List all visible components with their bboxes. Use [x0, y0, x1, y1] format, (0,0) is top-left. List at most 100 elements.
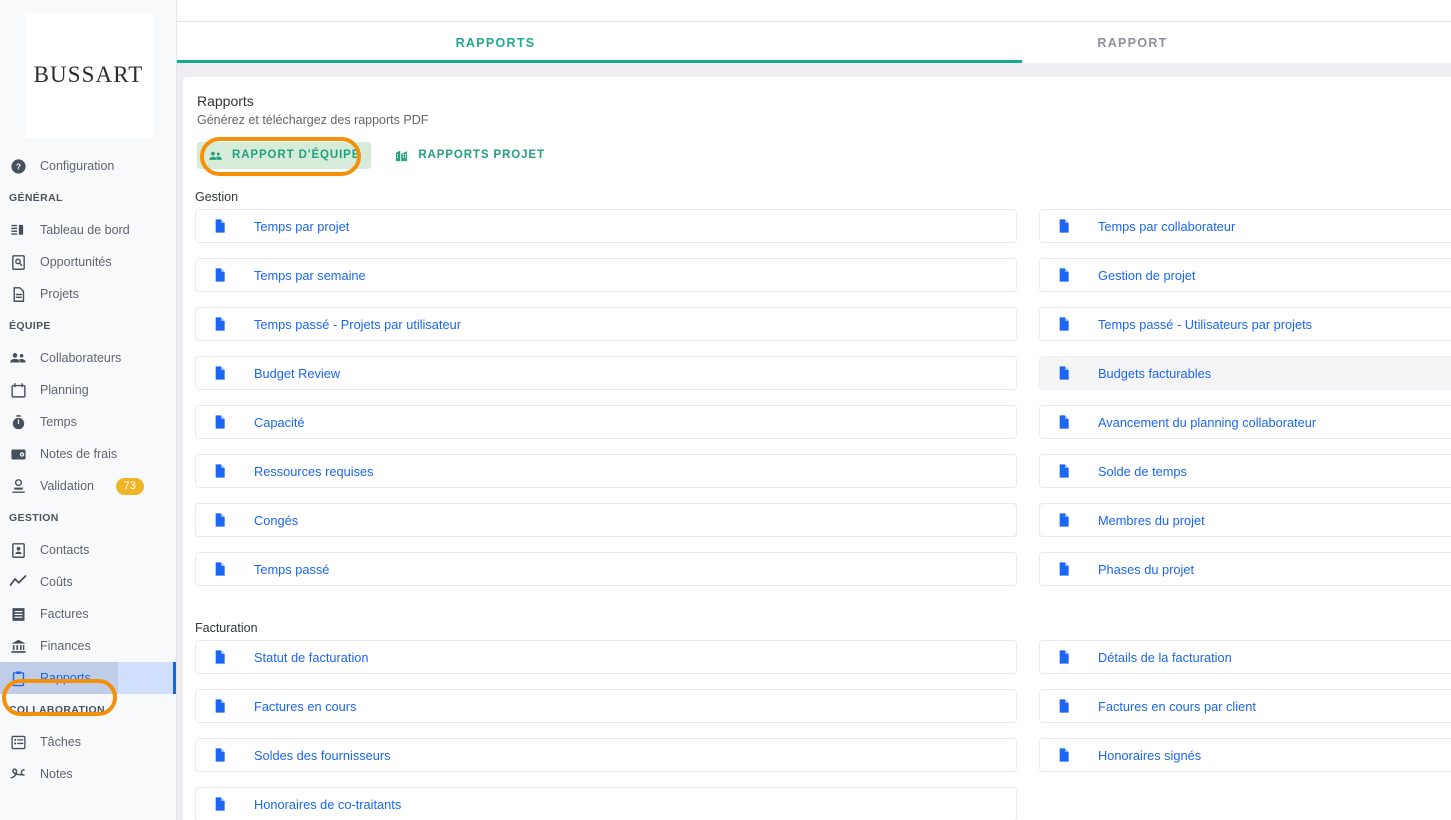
- report-link[interactable]: Solde de temps: [1098, 464, 1187, 479]
- report-row[interactable]: Avancement du planning collaborateur: [1039, 405, 1451, 439]
- report-link[interactable]: Temps passé - Utilisateurs par projets: [1098, 317, 1312, 332]
- sidebar-item-couts[interactable]: Coûts: [0, 566, 176, 598]
- sidebar-item-notes-de-frais[interactable]: Notes de frais: [0, 438, 176, 470]
- sidebar-section-collaboration: COLLABORATION: [9, 704, 105, 716]
- report-row[interactable]: Soldes des fournisseurs: [195, 738, 1017, 772]
- report-link[interactable]: Temps passé - Projets par utilisateur: [254, 317, 461, 332]
- sidebar-item-notes[interactable]: Notes: [0, 758, 176, 790]
- report-row[interactable]: Budget Review: [195, 356, 1017, 390]
- report-column-right: Temps par collaborateur Gestion de projet…: [1039, 209, 1451, 601]
- report-column-left: Temps par projet Temps par semaine Temps p…: [195, 209, 1017, 601]
- report-link[interactable]: Budget Review: [254, 366, 340, 381]
- rapport-equipe-button[interactable]: RAPPORT D'ÉQUIPE: [197, 141, 372, 169]
- document-icon: [1056, 316, 1072, 332]
- sidebar-item-label: Projets: [40, 287, 79, 301]
- report-link[interactable]: Temps par semaine: [254, 268, 366, 283]
- sidebar-item-finances[interactable]: Finances: [0, 630, 176, 662]
- report-link[interactable]: Gestion de projet: [1098, 268, 1195, 283]
- report-columns: Statut de facturation Factures en cours So…: [183, 640, 1451, 820]
- report-link[interactable]: Phases du projet: [1098, 562, 1194, 577]
- document-icon: [1056, 218, 1072, 234]
- document-icon: [212, 796, 228, 812]
- sidebar-section-gestion: GESTION: [9, 512, 59, 524]
- report-row[interactable]: Temps par collaborateur: [1039, 209, 1451, 243]
- sidebar-item-opportunites[interactable]: Opportunités: [0, 246, 176, 278]
- sidebar-item-configuration[interactable]: ? Configuration: [0, 150, 176, 182]
- sidebar-section-équipe: ÉQUIPE: [9, 320, 51, 332]
- report-link[interactable]: Détails de la facturation: [1098, 650, 1232, 665]
- sidebar-item-label: Validation: [40, 479, 94, 493]
- clipboard-icon: [9, 669, 27, 687]
- notes-scribble-icon: [9, 765, 27, 783]
- report-row[interactable]: Temps passé - Utilisateurs par projets: [1039, 307, 1451, 341]
- document-icon: [212, 267, 228, 283]
- sidebar-item-contacts[interactable]: Contacts: [0, 534, 176, 566]
- tab-rapport-secondary[interactable]: RAPPORT: [814, 22, 1451, 63]
- sidebar-item-label: Finances: [40, 639, 91, 653]
- report-row[interactable]: Budgets facturables: [1039, 356, 1451, 390]
- sidebar-item-collaborateurs[interactable]: Collaborateurs: [0, 342, 176, 374]
- report-link[interactable]: Budgets facturables: [1098, 366, 1211, 381]
- report-row[interactable]: Ressources requises: [195, 454, 1017, 488]
- report-link[interactable]: Ressources requises: [254, 464, 374, 479]
- report-row[interactable]: Temps par semaine: [195, 258, 1017, 292]
- bank-icon: [9, 637, 27, 655]
- report-row[interactable]: Solde de temps: [1039, 454, 1451, 488]
- report-link[interactable]: Factures en cours par client: [1098, 699, 1256, 714]
- content-scroll-area[interactable]: Rapports Générez et téléchargez des rapp…: [177, 63, 1451, 820]
- document-icon: [1056, 561, 1072, 577]
- approval-stamp-icon: [9, 477, 27, 495]
- sidebar-item-projets[interactable]: Projets: [0, 278, 176, 310]
- report-link[interactable]: Temps par projet: [254, 219, 349, 234]
- report-link[interactable]: Congés: [254, 513, 298, 528]
- report-link[interactable]: Honoraires de co-traitants: [254, 797, 401, 812]
- report-row[interactable]: Temps passé: [195, 552, 1017, 586]
- sidebar-item-tableau-de-bord[interactable]: Tableau de bord: [0, 214, 176, 246]
- document-icon: [1056, 414, 1072, 430]
- sidebar-item-factures[interactable]: Factures: [0, 598, 176, 630]
- building-icon: [394, 148, 409, 163]
- dashboard-icon: [9, 221, 27, 239]
- sidebar-item-validation[interactable]: Validation 73: [0, 470, 176, 502]
- document-icon: [1056, 463, 1072, 479]
- report-row[interactable]: Congés: [195, 503, 1017, 537]
- document-icon: [1056, 649, 1072, 665]
- sidebar-item-planning[interactable]: Planning: [0, 374, 176, 406]
- sidebar-nav: ? Configuration GÉNÉRAL Tableau de bord Oppo…: [0, 150, 176, 790]
- report-row[interactable]: Temps par projet: [195, 209, 1017, 243]
- people-icon: [9, 349, 27, 367]
- report-row[interactable]: Honoraires de co-traitants: [195, 787, 1017, 820]
- task-list-icon: [9, 733, 27, 751]
- report-link[interactable]: Soldes des fournisseurs: [254, 748, 391, 763]
- group-people-icon: [208, 148, 223, 163]
- report-row[interactable]: Statut de facturation: [195, 640, 1017, 674]
- report-link[interactable]: Temps par collaborateur: [1098, 219, 1235, 234]
- sidebar-item-rapports[interactable]: Rapports: [0, 662, 176, 694]
- rapports-projet-button[interactable]: RAPPORTS PROJET: [383, 142, 556, 169]
- report-link[interactable]: Membres du projet: [1098, 513, 1205, 528]
- report-row[interactable]: Gestion de projet: [1039, 258, 1451, 292]
- report-row[interactable]: Détails de la facturation: [1039, 640, 1451, 674]
- report-link[interactable]: Honoraires signés: [1098, 748, 1201, 763]
- sidebar-item-label: Tableau de bord: [40, 223, 130, 237]
- report-column-right: Détails de la facturation Factures en cou…: [1039, 640, 1451, 820]
- report-row[interactable]: Temps passé - Projets par utilisateur: [195, 307, 1017, 341]
- report-row[interactable]: Factures en cours par client: [1039, 689, 1451, 723]
- trending-line-icon: [9, 573, 27, 591]
- sidebar-item-taches[interactable]: Tâches: [0, 726, 176, 758]
- sidebar-item-temps[interactable]: Temps: [0, 406, 176, 438]
- sidebar-item-label: Notes: [40, 767, 73, 781]
- report-link[interactable]: Avancement du planning collaborateur: [1098, 415, 1316, 430]
- report-link[interactable]: Statut de facturation: [254, 650, 369, 665]
- report-row[interactable]: Phases du projet: [1039, 552, 1451, 586]
- tab-rapports[interactable]: RAPPORTS: [177, 22, 814, 63]
- report-row[interactable]: Membres du projet: [1039, 503, 1451, 537]
- report-link[interactable]: Temps passé: [254, 562, 329, 577]
- report-link[interactable]: Capacité: [254, 415, 305, 430]
- report-row[interactable]: Capacité: [195, 405, 1017, 439]
- report-row[interactable]: Factures en cours: [195, 689, 1017, 723]
- sidebar-item-label: Notes de frais: [40, 447, 118, 461]
- timer-icon: [9, 413, 27, 431]
- report-row[interactable]: Honoraires signés: [1039, 738, 1451, 772]
- report-link[interactable]: Factures en cours: [254, 699, 356, 714]
